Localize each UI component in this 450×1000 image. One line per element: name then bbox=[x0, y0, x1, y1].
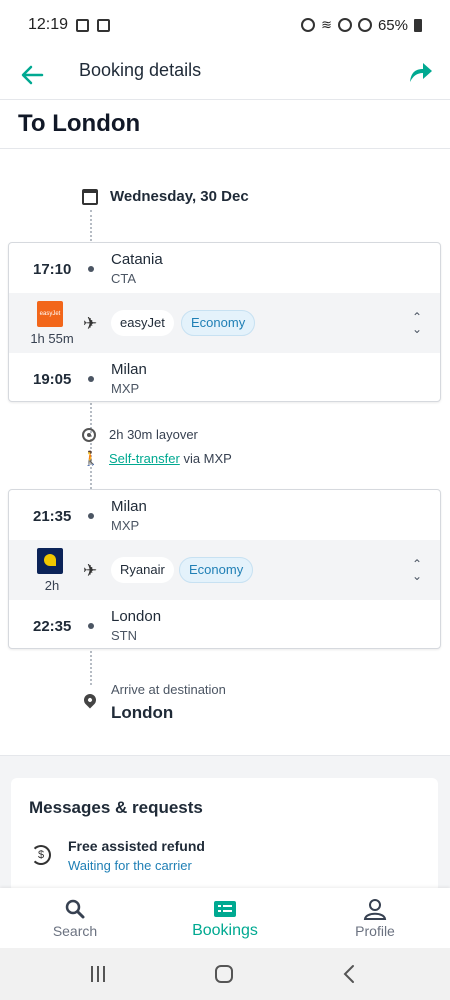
divider bbox=[0, 148, 450, 149]
share-icon[interactable] bbox=[406, 58, 434, 86]
departure-city: Catania bbox=[111, 251, 163, 268]
wifi-icon: ≋ bbox=[321, 17, 332, 32]
nav-search-label: Search bbox=[52, 923, 98, 939]
search-icon bbox=[65, 899, 85, 919]
carrier-chip: easyJet bbox=[111, 310, 174, 336]
pin-icon bbox=[81, 691, 99, 709]
refund-status: Waiting for the carrier bbox=[68, 858, 192, 873]
clock-icon bbox=[82, 427, 96, 442]
layover-text: 2h 30m layover bbox=[109, 427, 198, 442]
profile-icon bbox=[363, 899, 387, 920]
departure-code: CTA bbox=[111, 271, 137, 286]
carrier-row[interactable]: 2h ✈ Ryanair Economy ⌃ ⌄ bbox=[9, 540, 440, 600]
nav-bookings[interactable]: Bookings bbox=[150, 888, 300, 948]
ryanair-logo bbox=[37, 548, 63, 574]
system-nav-bar bbox=[0, 948, 450, 1000]
refund-icon: $ bbox=[31, 845, 51, 865]
transfer-suffix: via MXP bbox=[183, 451, 232, 466]
date-row: Wednesday, 30 Dec bbox=[82, 188, 249, 205]
app-bar: Booking details bbox=[0, 50, 450, 100]
status-time: 12:19 bbox=[28, 16, 69, 33]
refund-title[interactable]: Free assisted refund bbox=[68, 838, 205, 854]
expand-icon[interactable]: ⌃ ⌄ bbox=[410, 311, 424, 335]
nav-profile-label: Profile bbox=[355, 923, 395, 939]
arrive-city: London bbox=[111, 703, 174, 722]
back-arrow-icon[interactable] bbox=[18, 62, 46, 88]
nav-bookings-label: Bookings bbox=[192, 922, 258, 939]
recents-icon[interactable] bbox=[86, 962, 110, 986]
easyjet-logo: easyJet bbox=[37, 301, 63, 327]
timeline-dot bbox=[88, 376, 94, 382]
expand-icon[interactable]: ⌃ ⌄ bbox=[410, 558, 424, 582]
arrival-code: MXP bbox=[111, 381, 140, 396]
departure-time: 21:35 bbox=[33, 508, 72, 525]
self-transfer-link[interactable]: Self-transfer bbox=[109, 451, 180, 466]
cabin-class-chip: Economy bbox=[179, 557, 254, 583]
dnd-icon bbox=[337, 18, 352, 32]
timeline-dot bbox=[88, 266, 94, 272]
messages-title: Messages & requests bbox=[29, 798, 203, 817]
carrier-row[interactable]: easyJet 1h 55m ✈ easyJet Economy ⌃ ⌄ bbox=[9, 293, 440, 353]
bookings-icon bbox=[214, 901, 236, 917]
arrival-city: London bbox=[111, 608, 162, 625]
timeline-dot bbox=[88, 513, 94, 519]
status-bar: 12:19 ≋ 65% bbox=[0, 0, 450, 50]
flight-segment-card[interactable]: 17:10 Catania CTA easyJet 1h 55m ✈ easyJ… bbox=[8, 242, 441, 402]
messages-card: Messages & requests $ Free assisted refu… bbox=[11, 778, 438, 893]
alarm-icon bbox=[301, 18, 316, 32]
home-icon[interactable] bbox=[212, 962, 236, 986]
battery-icon bbox=[414, 18, 422, 32]
departure-time: 17:10 bbox=[33, 261, 72, 278]
battery-percent: 65% bbox=[377, 16, 408, 34]
back-icon[interactable] bbox=[338, 962, 362, 986]
calendar-icon bbox=[82, 188, 98, 205]
travel-date: Wednesday, 30 Dec bbox=[110, 188, 249, 205]
arrive-label: Arrive at destination bbox=[111, 682, 226, 697]
nav-profile[interactable]: Profile bbox=[300, 888, 450, 948]
cabin-class-chip: Economy bbox=[181, 310, 256, 336]
departure-code: MXP bbox=[111, 518, 140, 533]
arrival-code: STN bbox=[111, 628, 137, 643]
plane-icon: ✈ bbox=[83, 314, 98, 333]
arrival-time: 19:05 bbox=[33, 371, 72, 388]
mute-icon bbox=[357, 18, 372, 32]
arrival-time: 22:35 bbox=[33, 618, 72, 635]
bottom-nav: Search Bookings Profile bbox=[0, 888, 450, 948]
trip-title: To London bbox=[18, 110, 141, 137]
gallery-notification-icon bbox=[76, 18, 90, 32]
timeline-dot bbox=[88, 623, 94, 629]
carrier-chip: Ryanair bbox=[111, 557, 174, 583]
transfer-row: 🚶 Self-transfer via MXP bbox=[82, 450, 232, 467]
page-title: Booking details bbox=[79, 60, 202, 80]
nav-search[interactable]: Search bbox=[0, 888, 150, 948]
arrival-city: Milan bbox=[111, 361, 147, 378]
check-notification-icon bbox=[97, 18, 111, 32]
walk-icon: 🚶 bbox=[82, 450, 100, 466]
departure-city: Milan bbox=[111, 498, 147, 515]
flight-segment-card[interactable]: 21:35 Milan MXP 2h ✈ Ryanair Economy ⌃ ⌄ … bbox=[8, 489, 441, 649]
layover-row: 2h 30m layover bbox=[82, 427, 198, 442]
plane-icon: ✈ bbox=[83, 561, 98, 580]
